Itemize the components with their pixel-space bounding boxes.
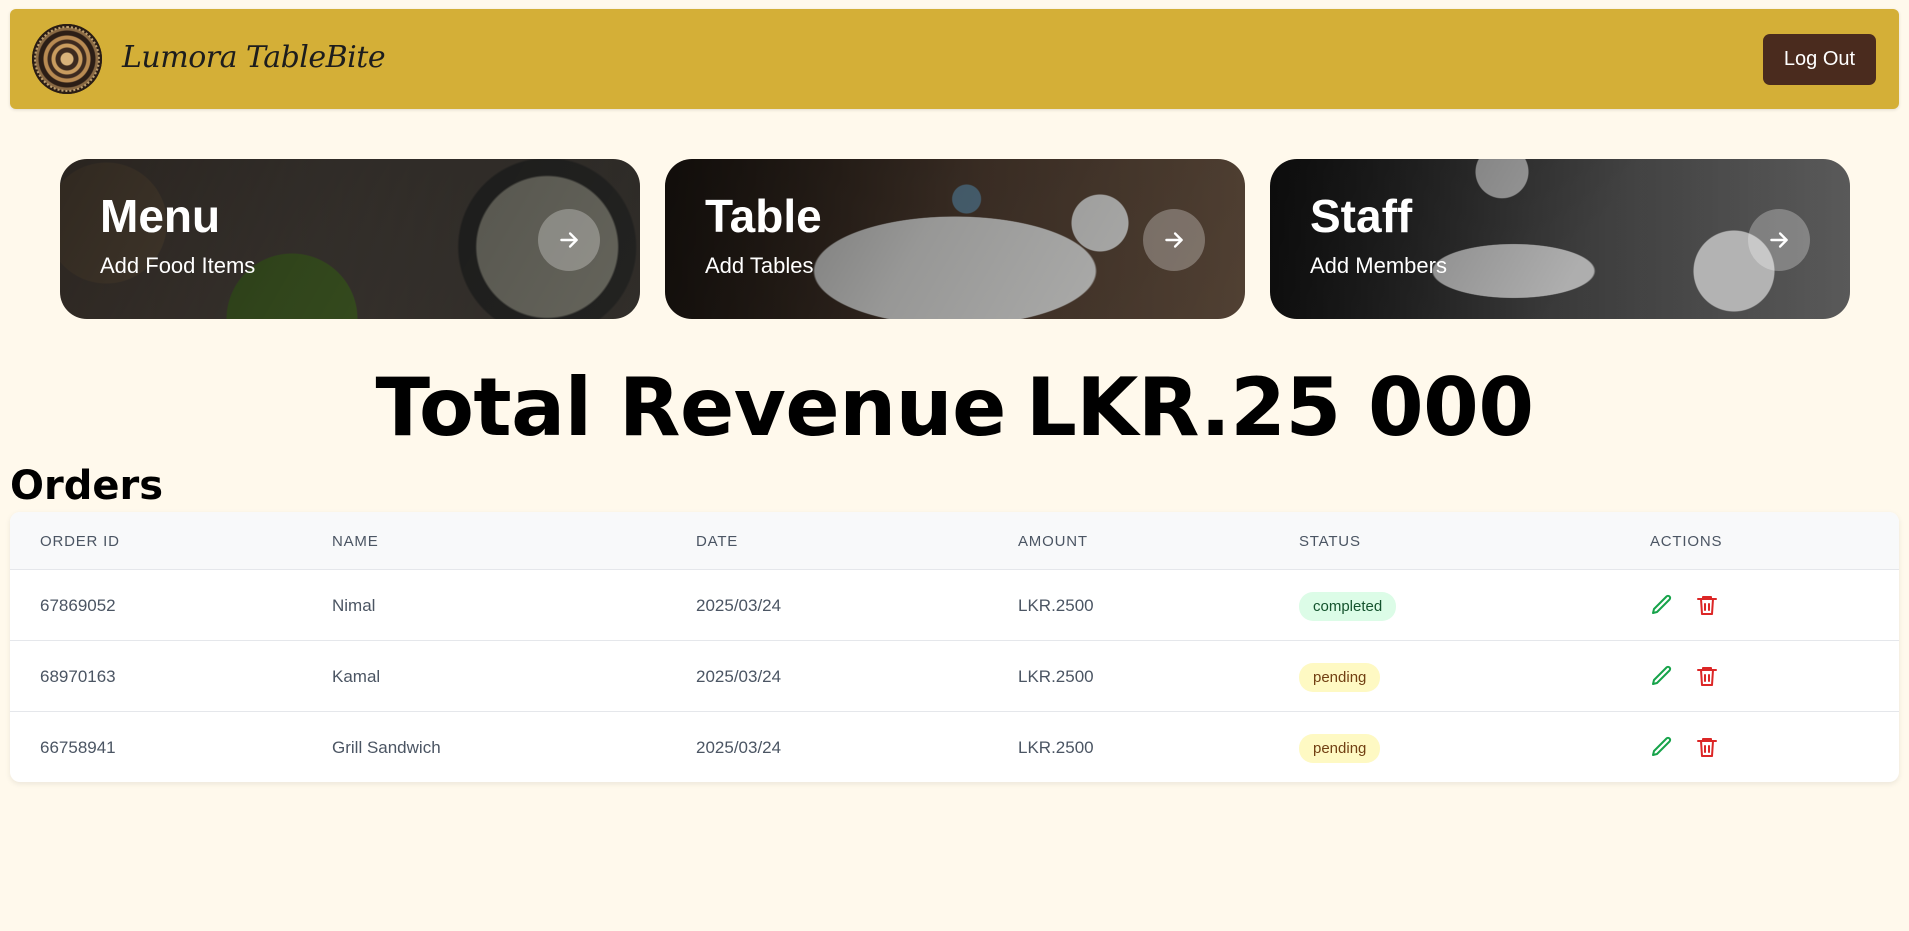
table-card[interactable]: Table Add Tables: [665, 159, 1245, 319]
column-header-actions: ACTIONS: [1650, 533, 1723, 550]
delete-icon[interactable]: [1692, 590, 1722, 620]
revenue-label: Total Revenue: [375, 361, 1007, 454]
menu-card-title: Menu: [100, 190, 221, 242]
amount-cell: LKR.2500: [1018, 738, 1094, 757]
staff-card-title: Staff: [1310, 190, 1413, 242]
table-row: 67869052 Nimal 2025/03/24 LKR.2500 compl…: [10, 570, 1899, 641]
logo-ring: [34, 26, 100, 92]
arrow-right-icon[interactable]: [1748, 209, 1810, 271]
logout-button[interactable]: Log Out: [1763, 34, 1876, 85]
column-header-status: STATUS: [1299, 533, 1361, 550]
arrow-right-icon[interactable]: [538, 209, 600, 271]
status-badge: pending: [1299, 663, 1381, 692]
order-id-cell: 67869052: [40, 596, 116, 615]
amount-cell: LKR.2500: [1018, 596, 1094, 615]
column-header-order-id: ORDER ID: [40, 533, 120, 550]
date-cell: 2025/03/24: [696, 738, 782, 757]
menu-card-subtitle: Add Food Items: [100, 253, 256, 278]
top-header: Lumora TableBite Log Out: [10, 9, 1899, 109]
menu-card[interactable]: Menu Add Food Items: [60, 159, 640, 319]
staff-card-subtitle: Add Members: [1310, 253, 1447, 278]
name-cell: Nimal: [332, 596, 376, 615]
name-cell: Kamal: [332, 667, 381, 686]
arrow-right-icon[interactable]: [1143, 209, 1205, 271]
table-card-subtitle: Add Tables: [705, 253, 814, 278]
table-row: 66758941 Grill Sandwich 2025/03/24 LKR.2…: [10, 712, 1899, 782]
date-cell: 2025/03/24: [696, 596, 782, 615]
quick-action-cards: Menu Add Food Items Table Add Tables Sta…: [60, 159, 1850, 319]
delete-icon[interactable]: [1692, 661, 1722, 691]
status-badge: pending: [1299, 734, 1381, 763]
order-id-cell: 68970163: [40, 667, 116, 686]
brand-name: Lumora TableBite: [122, 40, 386, 75]
order-id-cell: 66758941: [40, 738, 116, 757]
brand-logo[interactable]: [32, 24, 102, 94]
table-row: 68970163 Kamal 2025/03/24 LKR.2500 pendi…: [10, 641, 1899, 712]
table-card-title: Table: [705, 190, 822, 242]
edit-icon[interactable]: [1647, 732, 1677, 762]
delete-icon[interactable]: [1692, 732, 1722, 762]
status-badge: completed: [1299, 592, 1397, 621]
orders-table: ORDER ID NAME DATE AMOUNT STATUS ACTIONS…: [10, 512, 1899, 782]
staff-card[interactable]: Staff Add Members: [1270, 159, 1850, 319]
date-cell: 2025/03/24: [696, 667, 782, 686]
column-header-amount: AMOUNT: [1018, 533, 1088, 550]
column-header-name: NAME: [332, 533, 379, 550]
orders-heading: Orders: [10, 463, 164, 509]
table-header: ORDER ID NAME DATE AMOUNT STATUS ACTIONS: [10, 512, 1899, 570]
amount-cell: LKR.2500: [1018, 667, 1094, 686]
column-header-date: DATE: [696, 533, 739, 550]
total-revenue: Total Revenue LKR.25 000: [0, 366, 1909, 450]
revenue-value: LKR.25 000: [1025, 361, 1534, 454]
edit-icon[interactable]: [1647, 590, 1677, 620]
edit-icon[interactable]: [1647, 661, 1677, 691]
name-cell: Grill Sandwich: [332, 738, 441, 757]
